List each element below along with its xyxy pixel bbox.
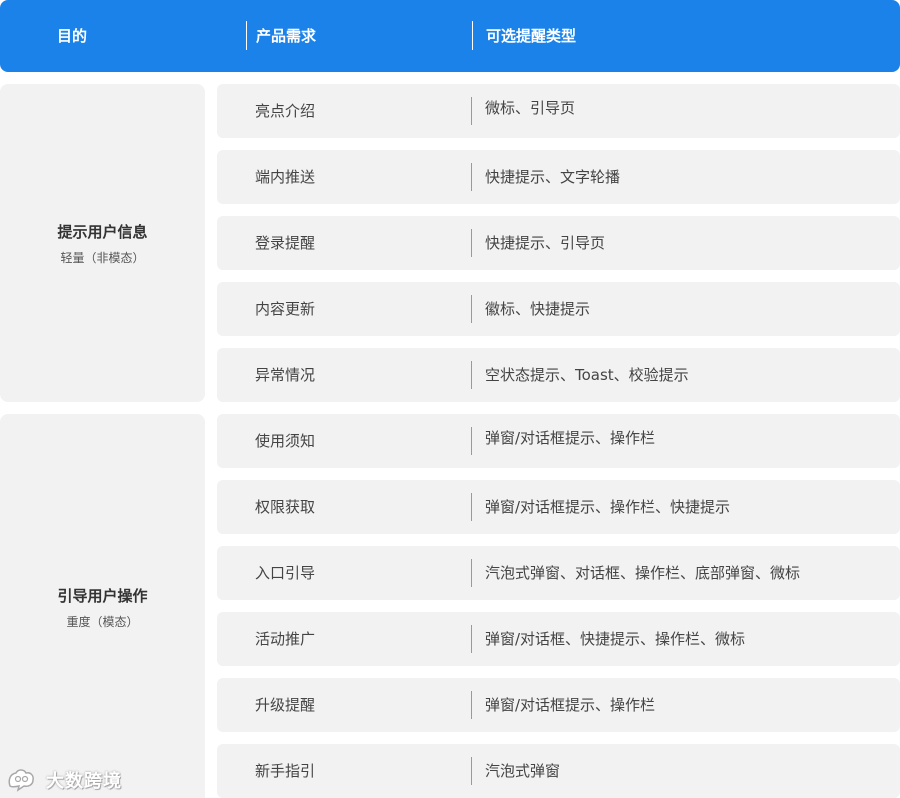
types-cell: 汽泡式弹窗、对话框、操作栏、底部弹窗、微标	[485, 564, 801, 582]
types-cell: 弹窗/对话框提示、操作栏	[485, 696, 656, 714]
table-row: 新手指引 汽泡式弹窗	[217, 744, 900, 798]
group-subtitle: 轻量（非模态）	[60, 251, 145, 265]
types-cell: 快捷提示、文字轮播	[485, 168, 621, 186]
group-guide-user: 引导用户操作 重度（模态）	[0, 414, 205, 798]
row-divider	[471, 295, 472, 323]
need-cell: 新手指引	[255, 762, 316, 780]
row-divider	[471, 757, 472, 785]
row-divider	[471, 691, 472, 719]
need-cell: 登录提醒	[255, 234, 316, 252]
row-divider	[471, 493, 472, 521]
table-header: 目的 产品需求 可选提醒类型	[0, 0, 900, 72]
header-divider	[472, 21, 473, 50]
need-cell: 端内推送	[255, 168, 316, 186]
table-row: 内容更新 徽标、快捷提示	[217, 282, 900, 336]
table-row: 端内推送 快捷提示、文字轮播	[217, 150, 900, 204]
need-cell: 权限获取	[255, 498, 316, 516]
header-reminder-types: 可选提醒类型	[486, 27, 577, 45]
types-cell: 汽泡式弹窗	[485, 762, 561, 780]
need-cell: 异常情况	[255, 366, 316, 384]
need-cell: 亮点介绍	[255, 102, 316, 120]
row-divider	[471, 163, 472, 191]
types-cell: 空状态提示、Toast、校验提示	[485, 366, 689, 384]
chat-bubbles-logo-icon	[6, 766, 42, 794]
table-row: 异常情况 空状态提示、Toast、校验提示	[217, 348, 900, 402]
need-cell: 内容更新	[255, 300, 316, 318]
row-divider	[471, 97, 472, 125]
types-cell: 快捷提示、引导页	[485, 234, 606, 252]
types-cell: 弹窗/对话框提示、操作栏	[485, 429, 656, 447]
header-purpose: 目的	[57, 27, 88, 45]
types-cell: 弹窗/对话框提示、操作栏、快捷提示	[485, 498, 731, 516]
table-row: 权限获取 弹窗/对话框提示、操作栏、快捷提示	[217, 480, 900, 534]
need-cell: 使用须知	[255, 432, 316, 450]
table-row: 使用须知 弹窗/对话框提示、操作栏	[217, 414, 900, 468]
need-cell: 入口引导	[255, 564, 316, 582]
table-row: 登录提醒 快捷提示、引导页	[217, 216, 900, 270]
types-cell: 徽标、快捷提示	[485, 300, 591, 318]
types-cell: 弹窗/对话框、快捷提示、操作栏、微标	[485, 630, 746, 648]
group-title: 引导用户操作	[57, 587, 148, 605]
table-row: 入口引导 汽泡式弹窗、对话框、操作栏、底部弹窗、微标	[217, 546, 900, 600]
group-title: 提示用户信息	[57, 223, 148, 241]
table-row: 升级提醒 弹窗/对话框提示、操作栏	[217, 678, 900, 732]
row-divider	[471, 625, 472, 653]
group-inform-user: 提示用户信息 轻量（非模态）	[0, 84, 205, 402]
header-divider	[246, 21, 247, 50]
row-divider	[471, 361, 472, 389]
watermark: 大数跨境	[6, 764, 122, 796]
header-product-need: 产品需求	[256, 27, 317, 45]
need-cell: 活动推广	[255, 630, 316, 648]
row-divider	[471, 559, 472, 587]
need-cell: 升级提醒	[255, 696, 316, 714]
row-divider	[471, 427, 472, 455]
row-divider	[471, 229, 472, 257]
types-cell: 微标、引导页	[485, 99, 576, 117]
watermark-text: 大数跨境	[46, 771, 122, 792]
table-row: 亮点介绍 微标、引导页	[217, 84, 900, 138]
table-row: 活动推广 弹窗/对话框、快捷提示、操作栏、微标	[217, 612, 900, 666]
group-subtitle: 重度（模态）	[66, 615, 139, 629]
